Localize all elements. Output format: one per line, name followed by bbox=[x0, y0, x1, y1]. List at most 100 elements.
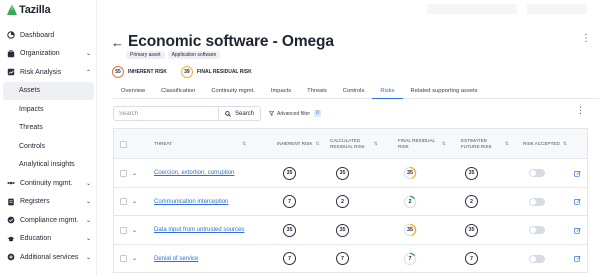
risk-accepted-toggle[interactable] bbox=[529, 226, 545, 235]
threat-link[interactable]: Communication interception bbox=[154, 199, 228, 205]
expand-chevron-icon[interactable]: ⌄ bbox=[132, 170, 137, 177]
logo[interactable]: Tazilla bbox=[6, 3, 51, 17]
edit-icon[interactable] bbox=[574, 198, 581, 205]
sidebar-item-threats[interactable]: Threats bbox=[0, 119, 97, 138]
tab-threats[interactable]: Threats bbox=[299, 86, 335, 99]
sidebar-item-organization[interactable]: Organization ⌄ bbox=[0, 45, 97, 64]
final-risk-indicator: 7 bbox=[403, 252, 417, 266]
future-risk-cell: 35 bbox=[465, 159, 478, 188]
page-more-icon[interactable]: ⋮ bbox=[581, 34, 591, 44]
sidebar-item-compliance-mgmt[interactable]: Compliance mgmt. ⌄ bbox=[0, 211, 97, 230]
sidebar-item-label: Registers bbox=[20, 198, 50, 206]
sidebar-item-continuity-mgmt[interactable]: Continuity mgmt. ⌄ bbox=[0, 174, 97, 193]
expand-chevron-icon[interactable]: ⌄ bbox=[132, 227, 137, 234]
sidebar-item-controls[interactable]: Controls bbox=[0, 137, 97, 156]
column-header-future[interactable]: ESTIMATED FUTURE RISK ⇅ bbox=[461, 129, 509, 159]
final-risk-indicator: 39 bbox=[180, 66, 193, 78]
back-arrow-icon[interactable]: ← bbox=[111, 35, 124, 50]
row-checkbox[interactable] bbox=[120, 255, 127, 263]
expand-chevron-icon[interactable]: ⌄ bbox=[132, 255, 137, 262]
row-checkbox-cell bbox=[120, 245, 127, 274]
future-risk-cell: 7 bbox=[465, 245, 478, 274]
column-header-label: RISK ACCEPTED bbox=[523, 141, 560, 146]
tab-impacts[interactable]: Impacts bbox=[263, 86, 299, 99]
sort-icon[interactable]: ⇅ bbox=[563, 141, 567, 147]
column-header-label: CALCULATED RESIDUAL RISK bbox=[330, 138, 365, 149]
threat-link[interactable]: Denial of service bbox=[154, 256, 198, 262]
app-name: Tazilla bbox=[19, 4, 51, 16]
chevron-down-icon: ⌄ bbox=[85, 51, 91, 58]
row-checkbox[interactable] bbox=[120, 226, 127, 234]
threat-link[interactable]: Data input from untrusted sources bbox=[154, 227, 244, 233]
advanced-filter-button[interactable]: Advanced filter 0 bbox=[269, 110, 321, 117]
table-more-icon[interactable]: ⋮ bbox=[576, 106, 585, 115]
row-checkbox[interactable] bbox=[120, 169, 127, 177]
edit-icon[interactable] bbox=[574, 170, 581, 177]
sidebar-item-dashboard[interactable]: Dashboard bbox=[0, 26, 97, 45]
inherent-risk-cell: 35 bbox=[283, 216, 296, 245]
search-button-label: Search bbox=[234, 110, 254, 117]
risk-accepted-toggle[interactable] bbox=[529, 254, 545, 263]
sidebar-item-additional-services[interactable]: Additional services ⌄ bbox=[0, 248, 97, 267]
main-content: ← Economic software - Omega ⋮ Primary as… bbox=[97, 0, 605, 276]
edit-icon[interactable] bbox=[574, 255, 581, 262]
row-checkbox[interactable] bbox=[120, 198, 127, 206]
inherent-risk-value: 7 bbox=[283, 252, 296, 266]
sidebar-item-label: Threats bbox=[19, 124, 43, 132]
table-row[interactable]: ⌄ Communication interception 7 2 2 2 bbox=[114, 187, 587, 217]
sidebar-item-risk-analysis[interactable]: Risk Analysis ⌃ bbox=[0, 63, 97, 82]
column-header-calc[interactable]: CALCULATED RESIDUAL RISK ⇅ bbox=[330, 129, 378, 159]
asset-tabs: Overview Classification Continuity mgmt. Im… bbox=[113, 86, 599, 99]
sort-icon[interactable]: ⇅ bbox=[505, 141, 509, 147]
sidebar-item-label: Continuity mgmt. bbox=[20, 179, 73, 187]
tab-continuity-mgmt[interactable]: Continuity mgmt. bbox=[203, 86, 263, 99]
column-header-inherent[interactable]: INHERENT RISK ⇅ bbox=[277, 129, 325, 159]
final-risk-cell: 2 bbox=[403, 188, 417, 217]
threat-cell: Coercion, extortion, corruption bbox=[154, 159, 234, 188]
column-header-threat[interactable]: THREAT ⇅ bbox=[154, 129, 264, 159]
sort-icon[interactable]: ⇅ bbox=[315, 141, 319, 147]
search-button[interactable]: Search bbox=[217, 107, 260, 120]
row-expand-cell: ⌄ bbox=[132, 216, 137, 245]
edit-icon[interactable] bbox=[574, 227, 581, 234]
threat-link[interactable]: Coercion, extortion, corruption bbox=[154, 170, 234, 176]
sort-icon[interactable]: ⇅ bbox=[242, 141, 246, 147]
tab-related-supporting-assets[interactable]: Related supporting assets bbox=[403, 86, 486, 99]
tab-risks[interactable]: Risks bbox=[372, 86, 403, 99]
final-risk-value: 7 bbox=[408, 255, 412, 262]
sort-icon[interactable]: ⇅ bbox=[374, 141, 378, 147]
column-header-label: INHERENT RISK bbox=[277, 141, 313, 146]
tab-overview[interactable]: Overview bbox=[113, 86, 153, 99]
risk-accepted-toggle[interactable] bbox=[529, 169, 545, 178]
table-row[interactable]: ⌄ Coercion, extortion, corruption 35 35 35 35 bbox=[114, 159, 587, 188]
sort-icon[interactable]: ⇅ bbox=[442, 141, 446, 147]
threat-cell: Data input from untrusted sources bbox=[154, 216, 244, 245]
sidebar-item-registers[interactable]: Registers ⌄ bbox=[0, 193, 97, 212]
table-row[interactable]: ⌄ Data input from untrusted sources 35 35 35… bbox=[114, 216, 587, 245]
sidebar-item-analytical-insights[interactable]: Analytical insights bbox=[0, 156, 97, 175]
sidebar-nav: Dashboard Organization ⌄ Risk Analysis ⌃ Asse… bbox=[0, 26, 97, 267]
calc-risk-cell: 35 bbox=[336, 216, 349, 245]
tab-classification[interactable]: Classification bbox=[153, 86, 203, 99]
calc-risk-value: 35 bbox=[336, 166, 349, 180]
select-all-checkbox[interactable] bbox=[120, 140, 127, 148]
inherent-risk-value: 7 bbox=[283, 195, 296, 209]
sidebar-item-education[interactable]: Education ⌄ bbox=[0, 230, 97, 249]
search-input[interactable] bbox=[114, 110, 218, 117]
risk-accepted-cell bbox=[529, 245, 545, 274]
sidebar-item-label: Education bbox=[20, 235, 52, 243]
sidebar-item-impacts[interactable]: Impacts bbox=[0, 100, 97, 119]
table-row[interactable]: ⌄ Denial of service 7 7 7 7 bbox=[114, 244, 587, 274]
tab-controls[interactable]: Controls bbox=[335, 86, 373, 99]
filter-icon bbox=[269, 111, 274, 116]
risk-accepted-toggle[interactable] bbox=[529, 197, 545, 206]
row-expand-cell: ⌄ bbox=[132, 245, 137, 274]
search-box: Search bbox=[113, 106, 261, 121]
final-risk-value: 35 bbox=[407, 227, 413, 234]
column-header-accepted[interactable]: RISK ACCEPTED ⇅ bbox=[523, 129, 571, 159]
column-header-final[interactable]: FINAL RESIDUAL RISK ⇅ bbox=[398, 129, 446, 159]
future-risk-value: 35 bbox=[465, 223, 478, 237]
sidebar-item-assets[interactable]: Assets bbox=[3, 81, 94, 100]
expand-chevron-icon[interactable]: ⌄ bbox=[132, 198, 137, 205]
future-risk-cell: 2 bbox=[465, 188, 478, 217]
